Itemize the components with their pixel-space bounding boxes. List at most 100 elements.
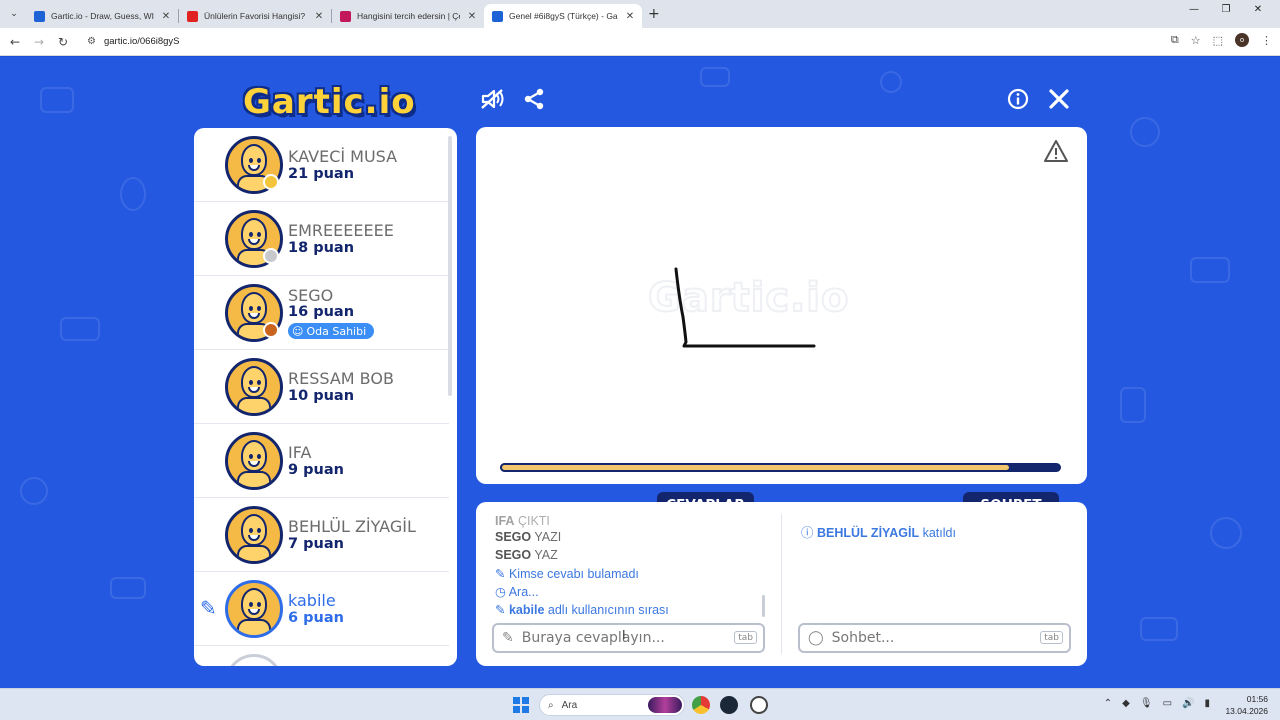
player-row[interactable]: ✎ kabile 6 puan [194,572,449,646]
chevron-up-icon[interactable]: ⌃ [1104,698,1112,709]
background-doodle [110,577,146,599]
display-icon[interactable]: ▭ [1163,698,1172,709]
drawing-canvas[interactable]: Gartic.io [476,127,1087,484]
system-message: ◷ Ara... [495,584,539,599]
network-app-icon[interactable]: ◆ [1122,698,1130,709]
share-icon[interactable] [523,88,545,114]
tab-search-icon[interactable]: ⌄ [2,3,26,25]
close-tab-icon[interactable]: ✕ [466,11,478,22]
extensions-icon[interactable]: ⬚ [1213,34,1223,47]
system-tray: ⌃ ◆ 🎙 ▭ 🔊 ▮ [1104,698,1210,709]
info-icon[interactable] [1007,88,1029,114]
tab-title: Hangisini tercih edersin | Çevri [357,11,460,21]
more-menu-icon[interactable]: ⋮ [1261,34,1272,47]
toolbar-actions: ⧉ ☆ ⬚ o ⋮ [1171,33,1272,47]
chat-input-box[interactable]: ◯ tab [798,623,1071,653]
sound-muted-icon[interactable] [480,88,506,114]
pencil-icon: ✎ [495,603,506,617]
avatar [225,358,283,416]
cast-icon[interactable]: ⧉ [1171,33,1179,47]
tab-survey[interactable]: Hangisini tercih edersin | Çevri ✕ [332,4,484,28]
player-row[interactable]: RESSAM BOB 10 puan [194,350,449,424]
answer-user: SEGO [495,548,532,562]
avatar [225,506,283,564]
close-tab-icon[interactable]: ✕ [160,11,172,22]
player-row[interactable]: EMREEEEEEE 18 puan [194,202,449,276]
close-room-icon[interactable] [1048,88,1070,114]
tab-title: Gartic.io - Draw, Guess, WIN [51,11,154,21]
pencil-icon: ✎ [502,630,514,646]
windows-start-icon[interactable] [513,697,529,713]
gartic-logo[interactable]: Gartic.io [243,82,416,122]
avatar [225,432,283,490]
back-icon[interactable]: ← [3,35,27,49]
background-doodle [1140,617,1178,641]
search-highlight-image [648,697,682,713]
gartic-favicon-icon [492,10,503,22]
volume-icon[interactable]: 🔊 [1182,698,1194,709]
player-score: 18 puan [288,240,355,256]
player-name: SEGO [288,286,334,305]
answers-chat-panel: IFA ÇIKTI SEGO YAZI SEGO YAZ ✎ Kimse cev… [476,502,1087,666]
system-message: ✎ Kimse cevabı bulamadı [495,566,639,581]
players-list: KAVECİ MUSA 21 puan EMREEEEEEE 18 puan S… [194,128,457,666]
steam-icon[interactable] [720,696,738,714]
tab-title: Genel #6i8gyS (Türkçe) - Gartic [509,11,618,21]
close-window-icon[interactable]: ✕ [1242,4,1274,15]
background-doodle [1120,387,1146,423]
profile-avatar[interactable]: o [1235,33,1249,47]
answers-scrollbar[interactable] [762,595,765,617]
forward-icon[interactable]: → [27,35,51,49]
battery-icon[interactable]: ▮ [1204,698,1210,709]
tab-gartic-home[interactable]: Gartic.io - Draw, Guess, WIN ✕ [26,4,178,28]
tab-gartic-room[interactable]: Genel #6i8gyS (Türkçe) - Gartic ✕ [484,4,642,28]
player-score: 6 puan [288,610,344,626]
chat-input[interactable] [831,630,1032,646]
player-name: BEHLÜL ZİYAGİL [288,517,416,536]
chrome-icon[interactable] [692,696,710,714]
taskbar-search[interactable]: ⌕ Ara [539,694,685,716]
system-message: ✎ kabile adlı kullanıcının sırası [495,602,669,617]
background-doodle [1190,257,1230,283]
player-row[interactable]: IFA 9 puan [194,424,449,498]
pencil-icon: ✎ [495,567,506,581]
background-doodle [60,317,100,341]
bookmark-star-icon[interactable]: ☆ [1191,34,1201,47]
text-cursor-icon: I [622,628,626,642]
tab-key-hint: tab [734,631,757,644]
chat-user: BEHLÜL ZİYAGİL [817,526,920,540]
clock-icon: ◷ [495,585,506,599]
close-tab-icon[interactable]: ✕ [313,11,325,22]
answer-text: YAZ [534,548,558,562]
minimize-icon[interactable]: — [1178,4,1210,15]
answer-input-box[interactable]: ✎ tab [492,623,765,653]
tab-youtube[interactable]: Ünlülerin Favorisi Hangisi? Yem ✕ [179,4,331,28]
window-controls: — ❐ ✕ [1178,4,1274,15]
player-score: 7 puan [288,536,344,552]
site-info-icon[interactable]: ⚙ [87,36,96,47]
player-name: kabile [288,591,336,610]
url-field[interactable]: ⚙ gartic.io/066i8gyS [81,30,1151,53]
player-score: 10 puan [288,388,355,404]
answer-message: SEGO YAZ [495,548,558,562]
player-score: 21 puan [288,166,355,182]
app-icon[interactable] [750,696,768,714]
answer-text: YAZI [534,530,562,544]
microphone-icon[interactable]: 🎙 [1140,698,1153,709]
smiley-icon: ☺ [292,324,304,338]
restore-icon[interactable]: ❐ [1210,4,1242,15]
player-row[interactable]: SEGO 16 puan ☺ Oda Sahibi [194,276,449,350]
player-row[interactable]: KAVECİ MUSA 21 puan [194,128,449,202]
player-row[interactable]: BEHLÜL ZİYAGİL 7 puan [194,498,449,572]
turn-text: adlı kullanıcının sırası [547,603,669,617]
new-tab-icon[interactable]: + [648,6,660,22]
background-doodle [700,67,730,87]
browser-tab-strip: ⌄ Gartic.io - Draw, Guess, WIN ✕ Ünlüler… [0,0,1280,28]
taskbar-clock[interactable]: 01:56 13.04.2026 [1225,693,1268,717]
background-doodle [40,87,74,113]
reload-icon[interactable]: ↻ [51,35,75,49]
close-tab-icon[interactable]: ✕ [624,11,636,22]
player-row[interactable] [194,646,449,666]
room-owner-label: Oda Sahibi [306,324,367,338]
drawing-stroke [674,267,816,348]
